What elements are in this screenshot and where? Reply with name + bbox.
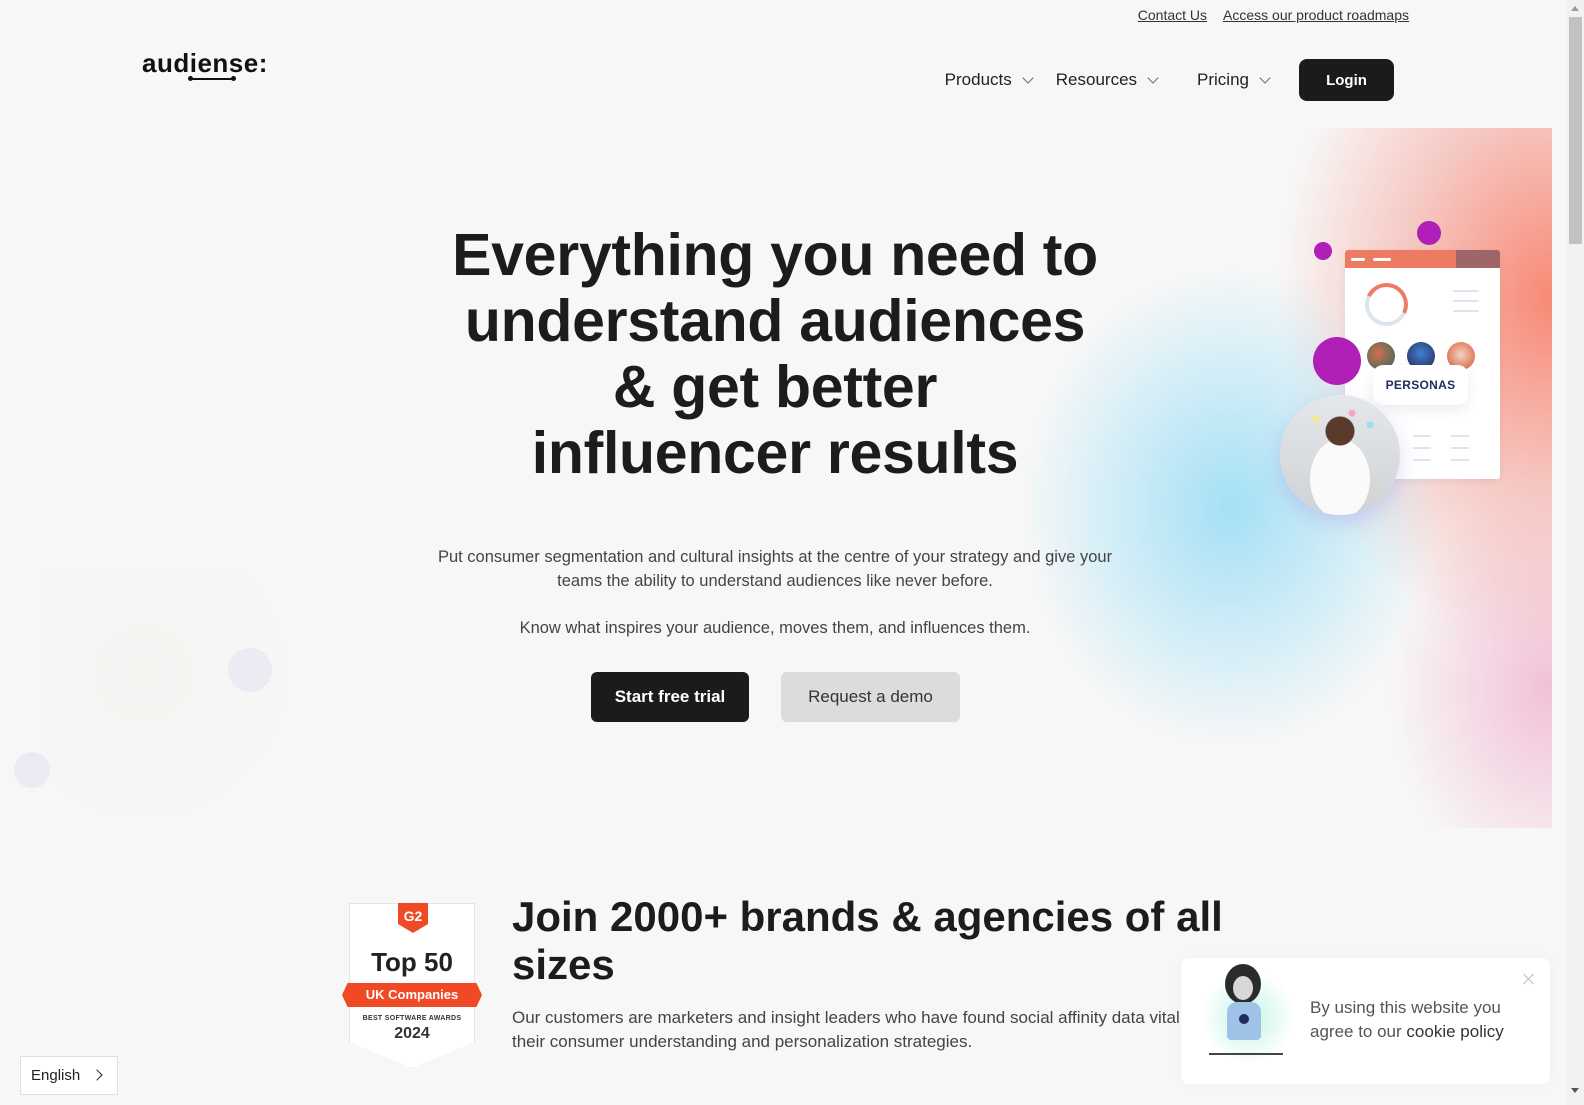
badge-year: 2024	[394, 1025, 430, 1042]
hero-description: Put consumer segmentation and cultural i…	[420, 545, 1130, 640]
scrollbar-thumb[interactable]	[1569, 17, 1582, 244]
nav-resources-label: Resources	[1055, 70, 1138, 89]
donut-chart-icon	[1358, 276, 1415, 333]
hero-illustration: PERSONAS	[1270, 215, 1520, 535]
badge-title: Top 50	[371, 947, 453, 977]
placeholder-line	[1413, 459, 1431, 461]
chevron-down-icon	[1022, 71, 1034, 84]
language-label: English	[31, 1067, 81, 1084]
badge-ribbon: UK Companies	[342, 983, 482, 1007]
login-button[interactable]: Login	[1299, 59, 1394, 101]
faded-background-avatar	[14, 752, 50, 788]
titlebar-dropdown	[1456, 250, 1500, 268]
brands-description: Our customers are marketers and insight …	[512, 1008, 1199, 1051]
placeholder-line	[1451, 447, 1469, 449]
hero-cta-row: Start free trial Request a demo	[591, 672, 960, 722]
contact-us-link[interactable]: Contact Us	[1138, 7, 1207, 23]
chevron-down-icon	[1147, 71, 1159, 84]
placeholder-line	[1413, 435, 1431, 437]
illustration-logo	[1239, 1014, 1249, 1024]
purple-dot-large	[1313, 337, 1361, 385]
hero-title-line: & get better	[612, 354, 938, 420]
placeholder-line	[1451, 435, 1469, 437]
hero-paragraph: Put consumer segmentation and cultural i…	[437, 548, 1113, 590]
purple-dot	[1417, 221, 1441, 245]
placeholder-line	[1413, 447, 1431, 449]
g2-award-badge: G2 Top 50 UK Companies BEST SOFTWARE AWA…	[342, 903, 482, 1068]
hero-title-line: Everything you need to	[452, 222, 1098, 288]
nav-pricing[interactable]: Pricing	[1197, 70, 1271, 90]
personas-label: PERSONAS	[1373, 365, 1468, 405]
woman-working-photo	[1280, 395, 1400, 515]
placeholder-line	[1453, 290, 1479, 292]
language-selector[interactable]: English	[20, 1056, 118, 1095]
scroll-up-arrow-icon[interactable]	[1571, 6, 1579, 11]
chevron-right-icon	[91, 1069, 103, 1081]
logo-text: audiense:	[142, 48, 268, 78]
placeholder-line	[1453, 300, 1479, 302]
cookie-policy-link[interactable]: cookie policy	[1406, 1022, 1503, 1041]
cookie-notice: By using this website you agree to our c…	[1181, 958, 1550, 1084]
audiense-logo[interactable]: audiense:	[142, 48, 268, 81]
illustration-face	[1233, 976, 1253, 1000]
main-nav: Products Resources Pricing Login	[945, 59, 1394, 101]
close-icon[interactable]	[1522, 972, 1536, 986]
nav-resources[interactable]: Resources	[1055, 70, 1159, 90]
hero-paragraph: Know what inspires your audience, moves …	[519, 619, 1031, 637]
cookie-text: By using this website you agree to our c…	[1310, 996, 1540, 1044]
illustration-table	[1209, 1053, 1283, 1055]
hero-title-line: influencer results	[531, 420, 1019, 486]
window-titlebar	[1345, 250, 1500, 268]
chevron-down-icon	[1259, 71, 1271, 84]
page-scrollbar[interactable]	[1567, 0, 1584, 1105]
hero-title-line: understand audiences	[464, 288, 1086, 354]
request-demo-button[interactable]: Request a demo	[781, 672, 960, 722]
placeholder-line	[1453, 310, 1479, 312]
nav-products[interactable]: Products	[944, 70, 1034, 90]
brands-heading: Join 2000+ brands & agencies of all size…	[512, 893, 1223, 988]
placeholder-line	[1451, 459, 1469, 461]
hero-title: Everything you need to understand audien…	[420, 222, 1130, 486]
utility-links: Contact Us Access our product roadmaps	[1138, 7, 1409, 23]
start-free-trial-button[interactable]: Start free trial	[591, 672, 749, 722]
faded-background-dot	[228, 648, 272, 692]
nav-pricing-label: Pricing	[1197, 70, 1249, 89]
nav-products-label: Products	[944, 70, 1012, 89]
logo-underline	[188, 76, 236, 81]
purple-dot	[1314, 242, 1332, 260]
titlebar-line	[1373, 258, 1391, 261]
badge-subtitle: BEST SOFTWARE AWARDS	[362, 1015, 462, 1022]
product-roadmaps-link[interactable]: Access our product roadmaps	[1223, 7, 1409, 23]
titlebar-line	[1351, 258, 1365, 261]
scroll-down-arrow-icon[interactable]	[1571, 1088, 1579, 1093]
faded-background-card	[40, 570, 300, 830]
